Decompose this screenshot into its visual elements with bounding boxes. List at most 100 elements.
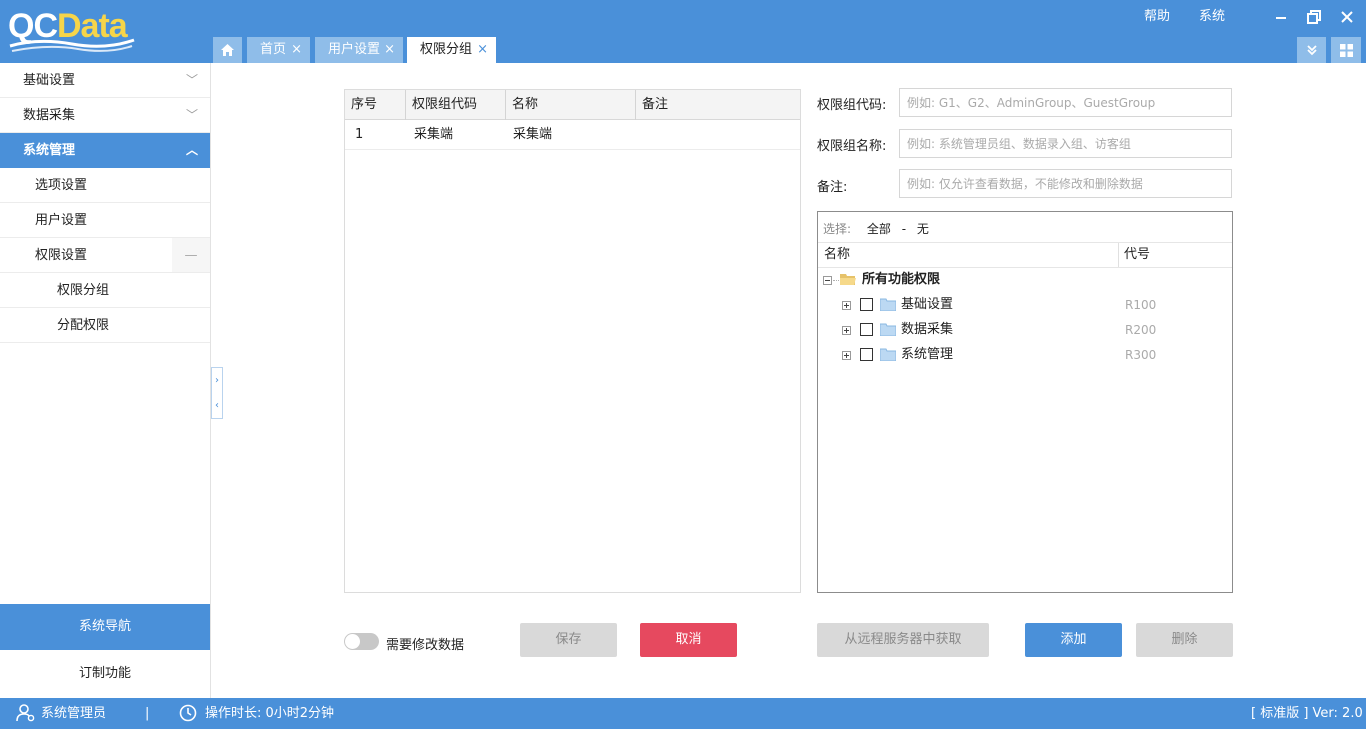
status-separator: | (145, 706, 150, 721)
sidebar-item-label: 系统管理 (23, 143, 76, 158)
folder-icon (880, 348, 896, 361)
cell-index: 1 (355, 127, 364, 142)
tree-node-label: 数据采集 (901, 322, 954, 337)
current-user: 系统管理员 (41, 706, 107, 721)
column-header-index[interactable]: 序号 (345, 90, 406, 120)
column-header-group-code[interactable]: 权限组代码 (406, 90, 506, 120)
tab-user-settings[interactable]: 用户设置 × (315, 37, 403, 63)
cell-remark (636, 120, 644, 150)
tree-header: 名称 代号 (818, 242, 1232, 268)
folder-icon (880, 323, 896, 336)
system-menu-link[interactable]: 系统 (1199, 8, 1225, 26)
tree-node-checkbox[interactable] (860, 323, 873, 336)
sidebar-item-permission-groups[interactable]: 权限分组 (0, 273, 210, 308)
sidebar-item-data-collection[interactable]: 数据采集 ﹀ (0, 98, 210, 133)
chevron-down-icon: ﹀ (185, 108, 198, 122)
chevron-down-icon: ﹀ (185, 73, 198, 87)
group-name-input[interactable] (899, 129, 1232, 158)
sidebar: 基础设置 ﹀ 数据采集 ﹀ 系统管理 ︿ 选项设置 用户设置 权限设置 — 权限… (0, 63, 211, 698)
cell-name: 采集端 (513, 127, 553, 142)
tree-node-code: R200 (1125, 323, 1157, 337)
sidebar-item-label: 选项设置 (35, 178, 88, 193)
tree-col-divider (1118, 243, 1119, 267)
tree-node-data-collection[interactable]: 数据采集 R200 (818, 319, 1232, 341)
folder-icon (880, 298, 896, 311)
custom-features-button[interactable]: 订制功能 (0, 650, 210, 698)
column-header-name[interactable]: 名称 (506, 90, 636, 120)
tab-home[interactable]: 首页 × (247, 37, 310, 63)
app-logo: QCData (8, 6, 136, 54)
tree-node-label: 系统管理 (901, 347, 954, 362)
minimize-icon[interactable] (1270, 6, 1292, 28)
remark-input[interactable] (899, 169, 1232, 198)
home-tab-icon[interactable] (213, 37, 242, 63)
tab-list-dropdown-icon[interactable] (1297, 37, 1326, 63)
permission-tree: 选择: 全部 - 无 名称 代号 所有功能权限 基础设置 R100 数据采集 R… (817, 211, 1233, 593)
sidebar-item-permission-settings[interactable]: 权限设置 — (0, 238, 210, 273)
tree-collapse-icon[interactable] (823, 276, 832, 285)
table-row[interactable]: 1 采集端 采集端 (345, 120, 800, 150)
user-settings-icon (16, 704, 35, 722)
permission-group-table: 序号 权限组代码 名称 备注 1 采集端 采集端 (344, 89, 801, 593)
sidebar-item-system-management[interactable]: 系统管理 ︿ (0, 133, 210, 168)
tree-node-checkbox[interactable] (860, 298, 873, 311)
tree-node-code: R100 (1125, 298, 1157, 312)
group-code-input[interactable] (899, 88, 1232, 117)
remark-label: 备注: (817, 180, 848, 195)
tree-expand-icon[interactable] (842, 301, 851, 310)
sidebar-item-user-settings[interactable]: 用户设置 (0, 203, 210, 238)
tree-node-checkbox[interactable] (860, 348, 873, 361)
sidebar-item-label: 用户设置 (35, 213, 88, 228)
tab-permission-groups-label: 权限分组 (420, 42, 473, 57)
fetch-remote-button[interactable]: 从远程服务器中获取 (817, 623, 989, 657)
select-none-link[interactable]: 无 (917, 222, 929, 236)
modify-data-toggle[interactable] (344, 633, 379, 650)
tree-expand-icon[interactable] (842, 351, 851, 360)
chevron-up-icon: ︿ (185, 143, 198, 157)
select-separator: - (901, 222, 907, 236)
column-header-remark[interactable]: 备注 (636, 90, 800, 120)
sidebar-item-label: 数据采集 (23, 108, 76, 123)
close-icon[interactable] (1336, 6, 1358, 28)
sidebar-collapse-handle[interactable]: › ‹ (211, 367, 223, 419)
system-navigation-button[interactable]: 系统导航 (0, 604, 210, 650)
delete-button[interactable]: 删除 (1136, 623, 1233, 657)
tab-close-icon[interactable]: × (291, 37, 302, 63)
table-header: 序号 权限组代码 名称 备注 (345, 90, 800, 120)
sidebar-item-basic-settings[interactable]: 基础设置 ﹀ (0, 63, 210, 98)
tab-user-settings-label: 用户设置 (328, 42, 381, 57)
tree-node-system-management[interactable]: 系统管理 R300 (818, 344, 1232, 366)
top-bar: QCData 帮助 系统 首页 × 用户设置 × 权限分组 × (0, 0, 1366, 63)
sidebar-item-assign-permissions[interactable]: 分配权限 (0, 308, 210, 343)
tree-col-code: 代号 (1124, 247, 1151, 262)
tree-select-bar: 选择: 全部 - 无 (823, 220, 929, 237)
tree-col-name: 名称 (824, 247, 851, 262)
tree-node-label: 基础设置 (901, 297, 954, 312)
cancel-button[interactable]: 取消 (640, 623, 737, 657)
restore-icon[interactable] (1303, 6, 1325, 28)
tree-root-label: 所有功能权限 (862, 272, 941, 287)
select-all-link[interactable]: 全部 (867, 222, 891, 236)
chevron-left-icon: ‹ (215, 400, 219, 411)
tree-node-basic-settings[interactable]: 基础设置 R100 (818, 294, 1232, 316)
tree-root-node[interactable]: 所有功能权限 (818, 269, 1232, 291)
chevron-right-icon: › (215, 375, 219, 386)
save-button[interactable]: 保存 (520, 623, 617, 657)
clock-icon (179, 704, 197, 722)
group-code-label: 权限组代码: (817, 98, 887, 113)
grid-layout-icon[interactable] (1331, 37, 1361, 63)
version-info: [ 标准版 ] Ver: 2.0 (1251, 706, 1363, 721)
sidebar-item-option-settings[interactable]: 选项设置 (0, 168, 210, 203)
tab-close-icon[interactable]: × (477, 37, 488, 63)
folder-open-icon (840, 274, 856, 285)
tree-expand-icon[interactable] (842, 326, 851, 335)
collapse-minus-icon[interactable]: — (172, 238, 210, 272)
status-bar: 系统管理员 | 操作时长: 0小时2分钟 [ 标准版 ] Ver: 2.0 (0, 698, 1366, 729)
tree-node-code: R300 (1125, 348, 1157, 362)
tab-permission-groups[interactable]: 权限分组 × (407, 37, 496, 63)
sidebar-item-label: 基础设置 (23, 73, 76, 88)
add-button[interactable]: 添加 (1025, 623, 1122, 657)
help-link[interactable]: 帮助 (1144, 8, 1170, 26)
modify-data-label: 需要修改数据 (386, 638, 465, 653)
tab-close-icon[interactable]: × (384, 37, 395, 63)
